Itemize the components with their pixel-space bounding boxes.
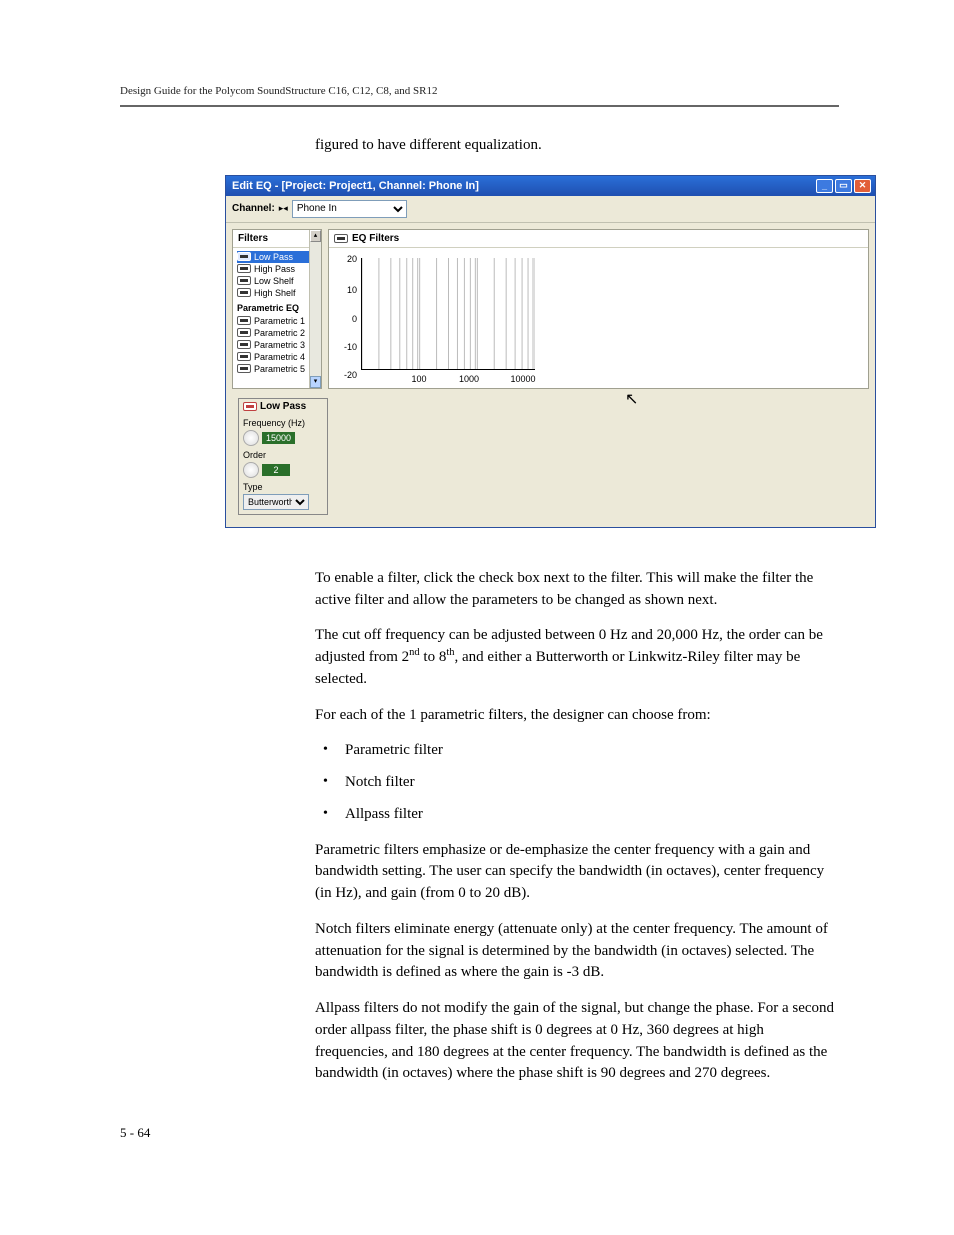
filter-highshelf[interactable]: High Shelf (237, 287, 317, 299)
scroll-up-icon[interactable]: ▴ (310, 230, 321, 242)
filter-label: Low Shelf (254, 276, 294, 286)
body-p4: Parametric filters emphasize or de-empha… (315, 840, 839, 905)
toggle-icon[interactable] (334, 234, 348, 243)
freq-label: Frequency (Hz) (243, 418, 323, 428)
knob-icon[interactable] (243, 430, 259, 446)
x-tick: 100 (411, 374, 426, 384)
channel-label: Channel: (232, 203, 275, 214)
toggle-icon[interactable] (237, 364, 251, 373)
body-p1: To enable a filter, click the check box … (315, 568, 839, 612)
filter-label: High Shelf (254, 288, 296, 298)
body-p2: The cut off frequency can be adjusted be… (315, 625, 839, 690)
filter-label: Parametric 4 (254, 352, 305, 362)
eq-chart-panel: EQ Filters (328, 229, 869, 389)
minimize-button[interactable]: _ (816, 179, 833, 193)
toggle-icon[interactable] (237, 328, 251, 337)
filter-parametric4[interactable]: Parametric 4 (237, 351, 317, 363)
order-label: Order (243, 450, 323, 460)
filter-parametric5[interactable]: Parametric 5 (237, 363, 317, 375)
running-head: Design Guide for the Polycom SoundStruct… (120, 85, 839, 97)
toggle-icon[interactable] (243, 402, 257, 411)
toggle-icon[interactable] (237, 316, 251, 325)
order-value: 2 (262, 464, 290, 476)
list-item: Notch filter (315, 772, 839, 794)
page-number: 5 - 64 (120, 1125, 839, 1141)
filter-parametric1[interactable]: Parametric 1 (237, 315, 317, 327)
maximize-button[interactable]: ▭ (835, 179, 852, 193)
filter-props-panel: Low Pass Frequency (Hz) 15000 Order 2 (238, 398, 328, 515)
scrollbar[interactable]: ▴ ▾ (309, 230, 321, 388)
filter-label: Parametric 1 (254, 316, 305, 326)
list-item: Allpass filter (315, 804, 839, 826)
window-title: Edit EQ - [Project: Project1, Channel: P… (232, 180, 816, 192)
filter-label: Low Pass (254, 252, 293, 262)
props-title: Low Pass (260, 401, 306, 412)
toggle-icon[interactable] (237, 352, 251, 361)
filter-highpass[interactable]: High Pass (237, 263, 317, 275)
x-tick: 10000 (510, 374, 535, 384)
toggle-icon[interactable] (237, 264, 251, 273)
filter-parametric2[interactable]: Parametric 2 (237, 327, 317, 339)
scroll-down-icon[interactable]: ▾ (310, 376, 321, 388)
toggle-icon[interactable] (237, 252, 251, 261)
y-tick: -20 (339, 370, 357, 380)
filter-label: Parametric 2 (254, 328, 305, 338)
toggle-icon[interactable] (237, 288, 251, 297)
parametric-header: Parametric EQ (237, 299, 317, 315)
toggle-icon[interactable] (237, 340, 251, 349)
y-tick: 10 (339, 285, 357, 295)
filter-parametric3[interactable]: Parametric 3 (237, 339, 317, 351)
freq-value: 15000 (262, 432, 295, 444)
cursor-icon: ↖ (625, 389, 638, 409)
body-p6: Allpass filters do not modify the gain o… (315, 998, 839, 1085)
window-titlebar[interactable]: Edit EQ - [Project: Project1, Channel: P… (226, 176, 875, 196)
filter-label: Parametric 3 (254, 340, 305, 350)
body-p3: For each of the 1 parametric filters, th… (315, 705, 839, 727)
filter-type-list: Parametric filter Notch filter Allpass f… (315, 740, 839, 825)
filter-label: Parametric 5 (254, 364, 305, 374)
x-tick: 1000 (459, 374, 479, 384)
channel-select[interactable]: Phone In (292, 200, 407, 218)
order-spinner[interactable]: 2 (243, 462, 323, 478)
y-tick: 20 (339, 254, 357, 264)
filter-lowpass[interactable]: Low Pass (237, 251, 317, 263)
intro-text: figured to have different equalization. (315, 135, 839, 157)
body-p5: Notch filters eliminate energy (attenuat… (315, 919, 839, 984)
eq-chart: 20 10 0 -10 -20 100 1000 10000 (339, 254, 539, 384)
list-item: Parametric filter (315, 740, 839, 762)
type-label: Type (243, 482, 323, 492)
chart-title: EQ Filters (352, 233, 399, 244)
filter-label: High Pass (254, 264, 295, 274)
toggle-icon[interactable] (237, 276, 251, 285)
close-button[interactable]: ✕ (854, 179, 871, 193)
channel-bar: Channel: ▸◂ Phone In (226, 196, 875, 223)
filter-lowshelf[interactable]: Low Shelf (237, 275, 317, 287)
type-select[interactable]: Butterworth (243, 494, 309, 510)
header-rule (120, 105, 839, 107)
channel-icon: ▸◂ (279, 203, 288, 214)
edit-eq-window: Edit EQ - [Project: Project1, Channel: P… (225, 175, 876, 528)
filters-header: Filters (233, 230, 321, 248)
filters-panel: Filters Low Pass High Pass (232, 229, 322, 389)
knob-icon[interactable] (243, 462, 259, 478)
y-tick: -10 (339, 342, 357, 352)
freq-spinner[interactable]: 15000 (243, 430, 323, 446)
y-tick: 0 (339, 314, 357, 324)
